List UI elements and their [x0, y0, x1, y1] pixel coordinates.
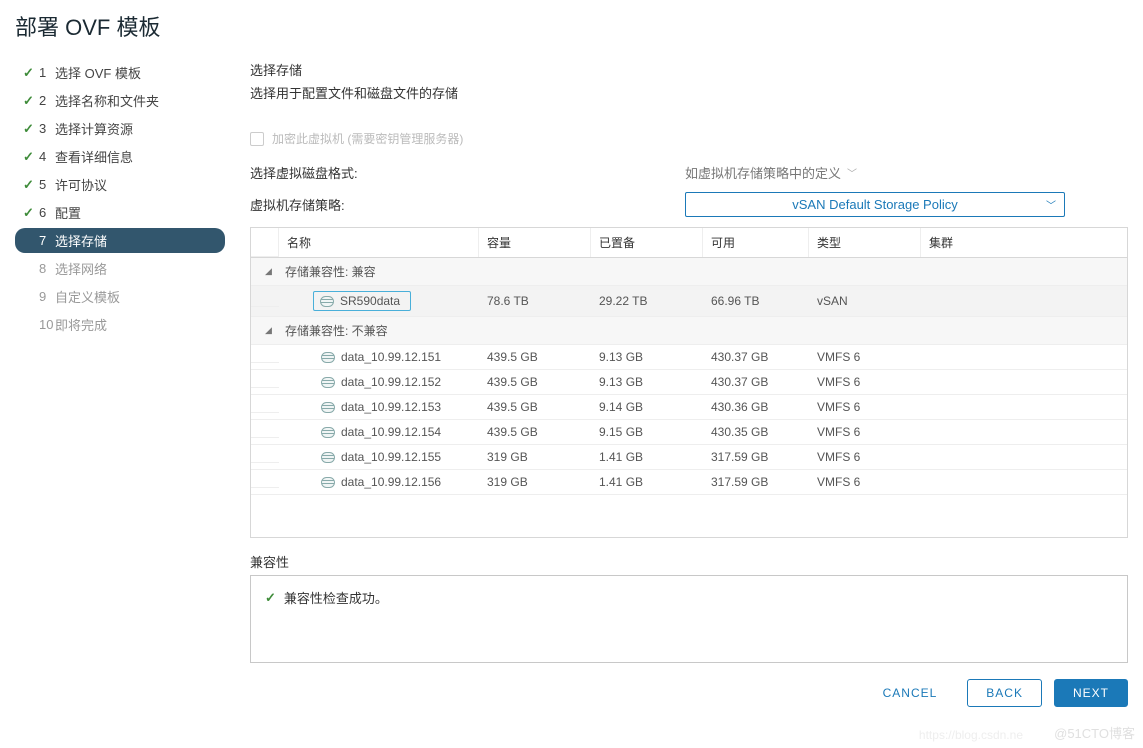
- step-label: 查看详细信息: [55, 147, 133, 166]
- col-type[interactable]: 类型: [809, 228, 921, 257]
- back-button[interactable]: BACK: [967, 679, 1042, 707]
- wizard-step-4[interactable]: ✓4查看详细信息: [15, 144, 225, 169]
- table-group[interactable]: ◢存储兼容性: 不兼容: [251, 317, 1127, 345]
- triangle-down-icon: ◢: [265, 266, 277, 277]
- encrypt-vm-option: 加密此虚拟机 (需要密钥管理服务器): [250, 120, 1128, 147]
- datastore-icon: [321, 352, 335, 363]
- datastore-icon: [321, 477, 335, 488]
- next-button[interactable]: NEXT: [1054, 679, 1128, 707]
- storage-policy-label: 虚拟机存储策略:: [250, 195, 685, 214]
- wizard-step-7[interactable]: ✓7选择存储: [15, 228, 225, 253]
- table-row[interactable]: data_10.99.12.155319 GB1.41 GB317.59 GBV…: [251, 445, 1127, 470]
- step-label: 选择存储: [55, 231, 107, 250]
- col-name[interactable]: 名称: [279, 228, 479, 257]
- wizard-step-5[interactable]: ✓5许可协议: [15, 172, 225, 197]
- datastore-icon: [320, 296, 334, 307]
- wizard-step-10: ✓10即将完成: [15, 312, 225, 337]
- check-icon: ✓: [23, 205, 39, 221]
- wizard-step-2[interactable]: ✓2选择名称和文件夹: [15, 88, 225, 113]
- step-label: 自定义模板: [55, 287, 120, 306]
- check-icon: ✓: [23, 93, 39, 109]
- step-label: 配置: [55, 203, 81, 222]
- chevron-down-icon: ﹀: [847, 165, 857, 180]
- table-row[interactable]: data_10.99.12.151439.5 GB9.13 GB430.37 G…: [251, 345, 1127, 370]
- col-cluster[interactable]: 集群: [921, 228, 1127, 257]
- wizard-step-8: ✓8选择网络: [15, 256, 225, 281]
- table-group[interactable]: ◢存储兼容性: 兼容: [251, 258, 1127, 286]
- check-icon: ✓: [23, 121, 39, 137]
- datastore-icon: [321, 427, 335, 438]
- compat-label: 兼容性: [250, 552, 1128, 571]
- datastore-icon: [321, 377, 335, 388]
- wizard-step-1[interactable]: ✓1选择 OVF 模板: [15, 60, 225, 85]
- compat-message: 兼容性检查成功。: [284, 588, 388, 607]
- wizard-step-3[interactable]: ✓3选择计算资源: [15, 116, 225, 141]
- table-row[interactable]: data_10.99.12.153439.5 GB9.14 GB430.36 G…: [251, 395, 1127, 420]
- wizard-step-9: ✓9自定义模板: [15, 284, 225, 309]
- col-capacity[interactable]: 容量: [479, 228, 591, 257]
- col-provisioned[interactable]: 已置备: [591, 228, 703, 257]
- datastore-icon: [321, 452, 335, 463]
- storage-policy-select[interactable]: vSAN Default Storage Policy ﹀: [685, 192, 1065, 217]
- datastore-icon: [321, 402, 335, 413]
- compat-box: ✓ 兼容性检查成功。: [250, 575, 1128, 663]
- table-row[interactable]: data_10.99.12.154439.5 GB9.15 GB430.35 G…: [251, 420, 1127, 445]
- wizard-steps: ✓1选择 OVF 模板 ✓2选择名称和文件夹 ✓3选择计算资源 ✓4查看详细信息 ✓5许…: [15, 60, 225, 748]
- table-row[interactable]: SR590data78.6 TB29.22 TB66.96 TBvSAN: [251, 286, 1127, 317]
- disk-format-select[interactable]: 如虚拟机存储策略中的定义 ﹀: [685, 163, 857, 182]
- check-icon: ✓: [23, 65, 39, 81]
- disk-format-label: 选择虚拟磁盘格式:: [250, 163, 685, 182]
- step-label: 选择名称和文件夹: [55, 91, 159, 110]
- table-row[interactable]: data_10.99.12.156319 GB1.41 GB317.59 GBV…: [251, 470, 1127, 495]
- checkbox-icon: [250, 132, 264, 146]
- check-icon: ✓: [265, 590, 276, 606]
- check-icon: ✓: [23, 177, 39, 193]
- col-free[interactable]: 可用: [703, 228, 809, 257]
- wizard-step-6[interactable]: ✓6配置: [15, 200, 225, 225]
- check-icon: ✓: [23, 149, 39, 165]
- step-label: 选择 OVF 模板: [55, 63, 141, 82]
- step-label: 许可协议: [55, 175, 107, 194]
- step-label: 即将完成: [55, 315, 107, 334]
- section-heading: 选择存储: [250, 60, 1128, 79]
- chevron-down-icon: ﹀: [1046, 197, 1056, 212]
- encrypt-label: 加密此虚拟机 (需要密钥管理服务器): [272, 130, 463, 147]
- page-title: 部署 OVF 模板: [15, 0, 1128, 60]
- footer: CANCEL BACK NEXT: [250, 663, 1128, 717]
- datastore-table: 名称 容量 已置备 可用 类型 集群 ◢存储兼容性: 兼容SR590data78…: [250, 227, 1128, 538]
- step-label: 选择网络: [55, 259, 107, 278]
- cancel-button[interactable]: CANCEL: [865, 679, 956, 707]
- table-header: 名称 容量 已置备 可用 类型 集群: [251, 228, 1127, 258]
- triangle-down-icon: ◢: [265, 325, 277, 336]
- table-row[interactable]: data_10.99.12.152439.5 GB9.13 GB430.37 G…: [251, 370, 1127, 395]
- section-subheading: 选择用于配置文件和磁盘文件的存储: [250, 83, 1128, 102]
- step-label: 选择计算资源: [55, 119, 133, 138]
